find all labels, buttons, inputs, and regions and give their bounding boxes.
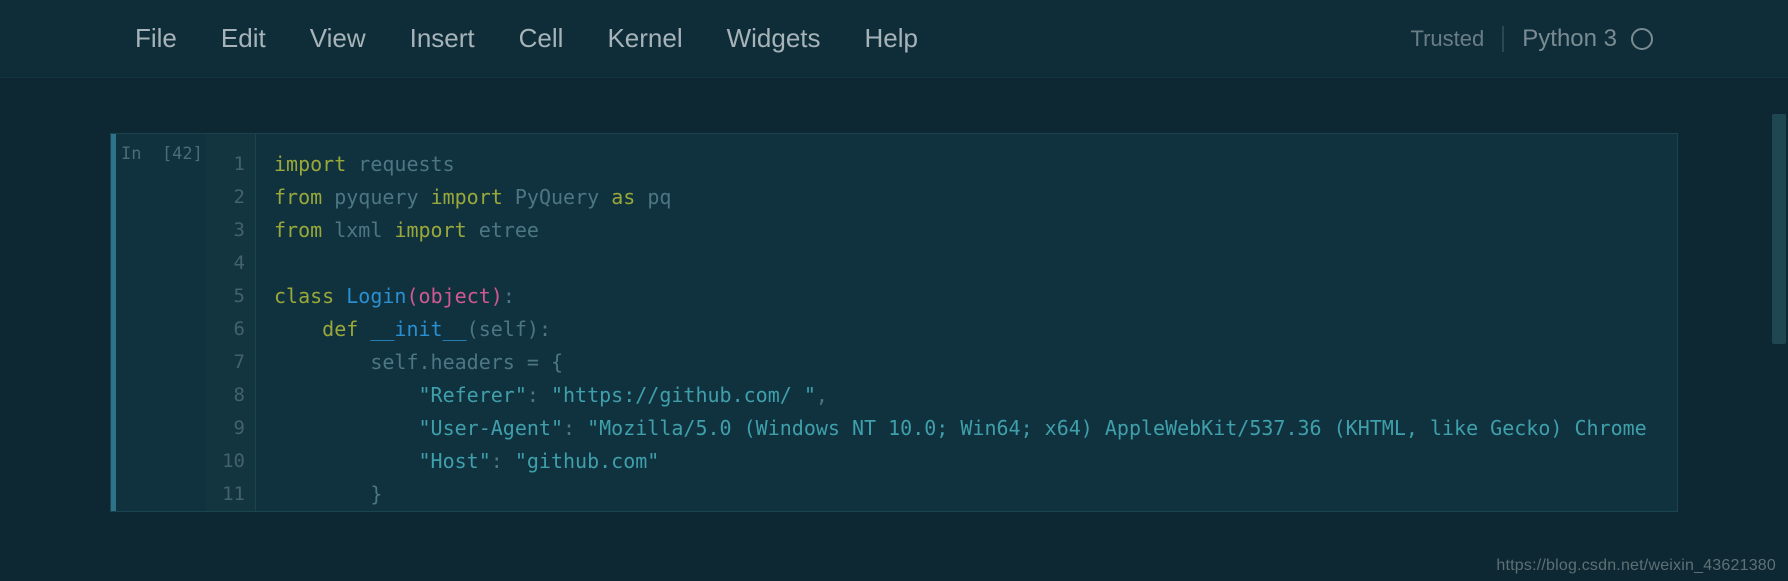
- token-punct: :: [539, 317, 551, 341]
- menu-file[interactable]: File: [135, 23, 177, 54]
- token-keyword: as: [611, 185, 635, 209]
- notebook-area: In [42]: 1 2 3 4 5 6 7 8 9 10 11 import …: [0, 78, 1788, 512]
- menu-kernel[interactable]: Kernel: [607, 23, 682, 54]
- menu-insert[interactable]: Insert: [410, 23, 475, 54]
- token-paren: ): [491, 284, 503, 308]
- menu-edit[interactable]: Edit: [221, 23, 266, 54]
- menu-bar: File Edit View Insert Cell Kernel Widget…: [0, 0, 1788, 78]
- token-function: __init__: [370, 317, 466, 341]
- token-module: lxml: [334, 218, 382, 242]
- menu-widgets[interactable]: Widgets: [727, 23, 821, 54]
- token-attr: self.headers: [370, 350, 527, 374]
- token-keyword: from: [274, 218, 322, 242]
- token-keyword: import: [394, 218, 466, 242]
- token-punct: :: [527, 383, 551, 407]
- token-alias: pq: [647, 185, 671, 209]
- token-paren: ): [527, 317, 539, 341]
- line-number: 8: [206, 379, 255, 412]
- token-string: "User-Agent": [419, 416, 564, 440]
- kernel-status: Trusted Python 3: [1410, 25, 1653, 53]
- menu-view[interactable]: View: [310, 23, 366, 54]
- token-keyword: class: [274, 284, 334, 308]
- token-string: "github.com": [515, 449, 660, 473]
- line-number: 5: [206, 280, 255, 313]
- token-keyword: from: [274, 185, 322, 209]
- token-punct: :: [503, 284, 515, 308]
- token-punct: ,: [816, 383, 828, 407]
- token-brace: {: [539, 350, 563, 374]
- token-brace: }: [370, 482, 382, 506]
- line-number-gutter: 1 2 3 4 5 6 7 8 9 10 11: [206, 134, 256, 511]
- menu-cell[interactable]: Cell: [519, 23, 564, 54]
- token-name: etree: [479, 218, 539, 242]
- token-punct: :: [563, 416, 587, 440]
- line-number: 2: [206, 181, 255, 214]
- code-cell[interactable]: In [42]: 1 2 3 4 5 6 7 8 9 10 11 import …: [110, 133, 1678, 512]
- line-number: 9: [206, 412, 255, 445]
- kernel-name[interactable]: Python 3: [1522, 25, 1617, 53]
- token-string: "Host": [419, 449, 491, 473]
- token-module: requests: [358, 152, 454, 176]
- line-number: 3: [206, 214, 255, 247]
- line-number: 7: [206, 346, 255, 379]
- token-string: "Referer": [419, 383, 527, 407]
- line-number: 6: [206, 313, 255, 346]
- token-string: "https://github.com/ ": [551, 383, 816, 407]
- code-editor[interactable]: import requests from pyquery import PyQu…: [256, 134, 1677, 511]
- token-paren: (: [406, 284, 418, 308]
- vertical-scrollbar[interactable]: [1770, 78, 1788, 581]
- token-builtin: object: [419, 284, 491, 308]
- token-arg: self: [479, 317, 527, 341]
- kernel-indicator-icon[interactable]: [1631, 28, 1653, 50]
- trusted-label[interactable]: Trusted: [1410, 26, 1504, 52]
- token-op: =: [527, 350, 539, 374]
- token-module: pyquery: [334, 185, 418, 209]
- token-keyword: def: [322, 317, 358, 341]
- token-class: PyQuery: [515, 185, 599, 209]
- token-punct: :: [491, 449, 515, 473]
- token-keyword: import: [431, 185, 503, 209]
- token-string: "Mozilla/5.0 (Windows NT 10.0; Win64; x6…: [587, 416, 1647, 440]
- line-number: 11: [206, 478, 255, 511]
- line-number: 10: [206, 445, 255, 478]
- token-keyword: import: [274, 152, 346, 176]
- token-classname: Login: [346, 284, 406, 308]
- token-paren: (: [467, 317, 479, 341]
- input-prompt: In [42]:: [111, 134, 206, 511]
- watermark-text: https://blog.csdn.net/weixin_43621380: [1496, 557, 1776, 575]
- scrollbar-thumb[interactable]: [1772, 114, 1786, 344]
- line-number: 4: [206, 247, 255, 280]
- line-number: 1: [206, 148, 255, 181]
- menu-items: File Edit View Insert Cell Kernel Widget…: [135, 23, 918, 54]
- menu-help[interactable]: Help: [865, 23, 918, 54]
